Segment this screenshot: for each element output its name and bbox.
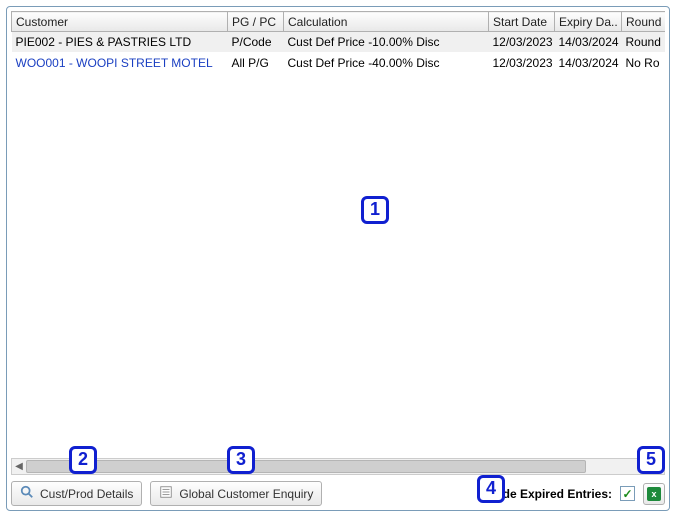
cell-pgpc: All P/G	[228, 53, 284, 74]
cell-expiry-date: 14/03/2024	[555, 32, 622, 53]
table-row[interactable]: PIE002 - PIES & PASTRIES LTD P/Code Cust…	[12, 32, 666, 53]
hide-expired-label: Hide Expired Entries:	[491, 487, 612, 501]
excel-icon: x	[647, 487, 661, 501]
magnifier-icon	[20, 485, 34, 502]
header-row: Customer PG / PC Calculation Start Date …	[12, 12, 666, 32]
scroll-left-arrow-icon[interactable]: ◀	[12, 459, 26, 474]
annotation-1: 1	[361, 196, 389, 224]
global-customer-enquiry-label: Global Customer Enquiry	[179, 487, 313, 501]
global-customer-enquiry-button[interactable]: Global Customer Enquiry	[150, 481, 322, 506]
cell-customer: PIE002 - PIES & PASTRIES LTD	[12, 32, 228, 53]
cust-prod-details-label: Cust/Prod Details	[40, 487, 133, 501]
scroll-thumb[interactable]	[26, 460, 586, 473]
cell-calculation: Cust Def Price -10.00% Disc	[284, 32, 489, 53]
cell-round: No Ro	[622, 53, 666, 74]
cell-start-date: 12/03/2023	[489, 32, 555, 53]
export-excel-button[interactable]: x	[643, 483, 665, 505]
cust-prod-details-button[interactable]: Cust/Prod Details	[11, 481, 142, 506]
col-expiry-date[interactable]: Expiry Da..	[555, 12, 622, 32]
col-start-date[interactable]: Start Date	[489, 12, 555, 32]
horizontal-scrollbar[interactable]: ◀ ▶	[11, 458, 665, 475]
cell-start-date: 12/03/2023	[489, 53, 555, 74]
grid-area: Customer PG / PC Calculation Start Date …	[11, 11, 665, 456]
cell-pgpc: P/Code	[228, 32, 284, 53]
form-icon	[159, 485, 173, 502]
scroll-right-arrow-icon[interactable]: ▶	[650, 459, 664, 474]
col-calculation[interactable]: Calculation	[284, 12, 489, 32]
col-pgpc[interactable]: PG / PC	[228, 12, 284, 32]
cell-expiry-date: 14/03/2024	[555, 53, 622, 74]
cell-calculation: Cust Def Price -40.00% Disc	[284, 53, 489, 74]
col-customer[interactable]: Customer	[12, 12, 228, 32]
cell-round: Round Neares	[622, 32, 666, 53]
pricing-panel: Customer PG / PC Calculation Start Date …	[6, 6, 670, 511]
bottom-toolbar: Cust/Prod Details Global Customer Enquir…	[11, 475, 665, 506]
table-row[interactable]: WOO001 - WOOPI STREET MOTEL All P/G Cust…	[12, 53, 666, 74]
hide-expired-checkbox[interactable]: ✓	[620, 486, 635, 501]
cell-customer: WOO001 - WOOPI STREET MOTEL	[12, 53, 228, 74]
col-round[interactable]: Round	[622, 12, 666, 32]
pricing-table: Customer PG / PC Calculation Start Date …	[11, 11, 665, 74]
